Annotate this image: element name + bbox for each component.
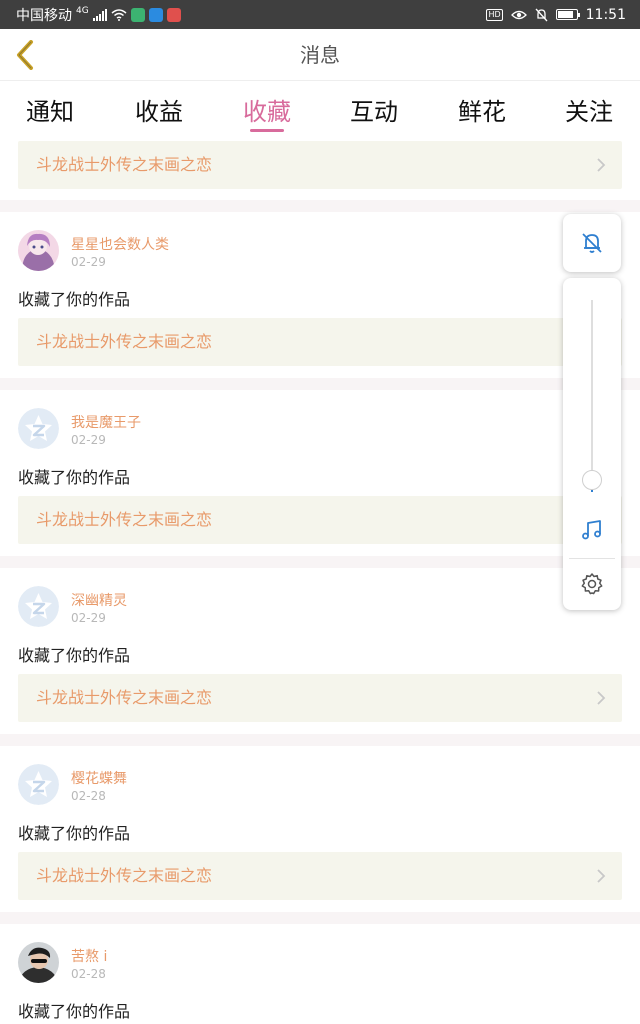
app-header: 消息	[0, 29, 640, 81]
battery-icon	[555, 9, 580, 20]
section-divider	[0, 200, 640, 212]
eye-icon	[510, 10, 527, 19]
timestamp: 02-29	[71, 255, 106, 269]
anime-avatar-icon	[18, 230, 59, 271]
volume-slider-handle[interactable]	[582, 470, 602, 490]
activity-text: 收藏了你的作品	[18, 290, 131, 309]
volume-level-indicator	[591, 490, 593, 492]
volume-slider-track[interactable]	[591, 300, 593, 482]
default-star-avatar-icon	[18, 764, 59, 805]
work-link[interactable]: 斗龙战士外传之末画之恋	[18, 318, 622, 366]
work-title: 斗龙战士外传之末画之恋	[36, 155, 213, 174]
work-link[interactable]: 斗龙战士外传之末画之恋	[18, 496, 622, 544]
tab-follows[interactable]: 关注	[549, 92, 629, 127]
status-right: HD 11:51	[486, 0, 626, 29]
user-avatar[interactable]	[18, 942, 59, 983]
tab-flowers[interactable]: 鲜花	[442, 92, 522, 127]
tab-notifications[interactable]: 通知	[10, 92, 90, 127]
notification-app-icon	[166, 7, 181, 22]
hd-badge: HD	[486, 8, 503, 21]
gear-icon[interactable]	[580, 572, 604, 596]
panel-divider	[569, 558, 615, 559]
timestamp: 02-29	[71, 611, 106, 625]
user-avatar[interactable]	[18, 586, 59, 627]
network-type: 4G	[76, 5, 89, 16]
timestamp: 02-29	[71, 433, 106, 447]
app-root: 中国移动 4G HD 11:51 消息 通知 收益 收藏 互动 鲜花 关注 斗龙…	[0, 0, 640, 1024]
section-divider	[0, 734, 640, 746]
work-link[interactable]: 斗龙战士外传之末画之恋	[18, 852, 622, 900]
mute-bell-icon	[535, 8, 548, 21]
user-avatar[interactable]	[18, 230, 59, 271]
work-title: 斗龙战士外传之末画之恋	[36, 866, 213, 885]
tab-interactions[interactable]: 互动	[334, 92, 414, 127]
timestamp: 02-28	[71, 967, 106, 981]
wifi-icon	[111, 8, 127, 21]
carrier-name: 中国移动	[16, 7, 72, 24]
bell-off-icon	[582, 233, 602, 253]
work-link[interactable]: 斗龙战士外传之末画之恋	[18, 141, 622, 189]
activity-text: 收藏了你的作品	[18, 646, 131, 665]
section-divider	[0, 912, 640, 924]
work-title: 斗龙战士外传之末画之恋	[36, 688, 213, 707]
username[interactable]: 深幽精灵	[71, 590, 127, 610]
default-star-avatar-icon	[18, 586, 59, 627]
chevron-right-icon	[597, 158, 606, 172]
clock: 11:51	[585, 6, 626, 23]
work-title: 斗龙战士外传之末画之恋	[36, 332, 213, 351]
default-star-avatar-icon	[18, 408, 59, 449]
tab-bar: 通知 收益 收藏 互动 鲜花 关注	[0, 82, 640, 138]
tab-earnings[interactable]: 收益	[119, 92, 199, 127]
chevron-right-icon	[597, 869, 606, 883]
photo-avatar-icon	[18, 942, 59, 983]
username[interactable]: 苦熬 i	[71, 946, 107, 966]
ringer-toggle-button[interactable]	[563, 214, 621, 272]
work-title: 斗龙战士外传之末画之恋	[36, 510, 213, 529]
username[interactable]: 樱花蝶舞	[71, 768, 127, 788]
work-link[interactable]: 斗龙战士外传之末画之恋	[18, 674, 622, 722]
notification-app-icon	[130, 7, 145, 22]
activity-text: 收藏了你的作品	[18, 468, 131, 487]
user-avatar[interactable]	[18, 408, 59, 449]
page-title: 消息	[300, 43, 340, 67]
status-left: 中国移动 4G	[16, 0, 181, 29]
username[interactable]: 我是魔王子	[71, 412, 141, 432]
timestamp: 02-28	[71, 789, 106, 803]
section-divider	[0, 378, 640, 390]
tab-favorites[interactable]: 收藏	[227, 92, 307, 127]
username[interactable]: 星星也会数人类	[71, 234, 169, 254]
activity-text: 收藏了你的作品	[18, 1002, 131, 1021]
section-divider	[0, 556, 640, 568]
user-avatar[interactable]	[18, 764, 59, 805]
battery-level	[557, 11, 573, 18]
notification-app-icon	[148, 7, 163, 22]
chevron-right-icon	[597, 691, 606, 705]
music-note-icon[interactable]	[580, 518, 604, 542]
activity-text: 收藏了你的作品	[18, 824, 131, 843]
signal-icon	[92, 8, 107, 21]
active-tab-indicator	[250, 129, 284, 132]
volume-panel	[563, 278, 621, 610]
status-bar: 中国移动 4G HD 11:51	[0, 0, 640, 29]
